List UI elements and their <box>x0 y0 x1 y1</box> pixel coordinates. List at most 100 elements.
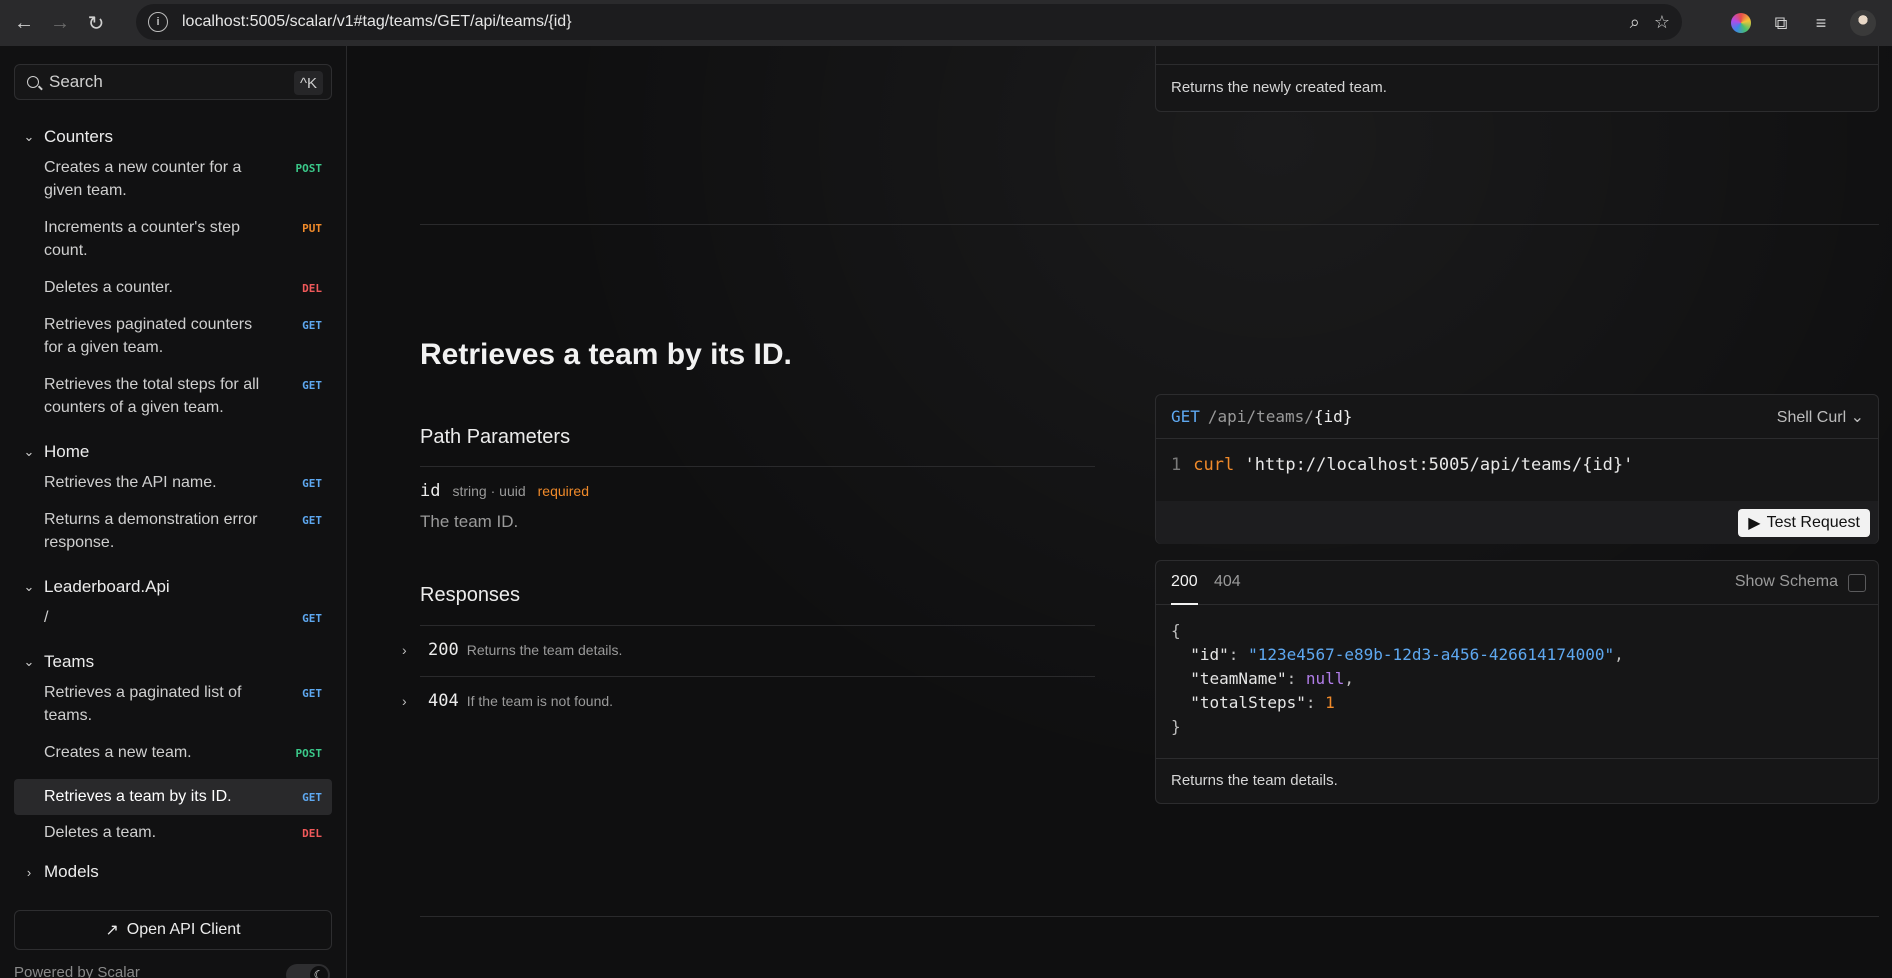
response-code: 200 <box>428 640 459 660</box>
address-bar[interactable]: i localhost:5005/scalar/v1#tag/teams/GET… <box>136 4 1682 40</box>
profile-avatar[interactable] <box>1850 10 1876 36</box>
param-name: id <box>420 481 441 501</box>
play-icon: ▶ <box>1748 515 1761 532</box>
method-badge: POST <box>295 747 323 760</box>
powered-by-link[interactable]: Powered by Scalar <box>14 964 140 978</box>
sidebar-item[interactable]: Retrieves paginated counters for a given… <box>14 313 332 373</box>
param-required: required <box>537 483 590 499</box>
group-title: Models <box>44 862 99 881</box>
arrow-up-right-icon: ↗ <box>105 922 119 939</box>
sidebar-group-counters[interactable]: ⌄ Counters <box>14 118 332 156</box>
chevron-down-icon: ⌄ <box>23 579 35 594</box>
site-info-icon[interactable]: i <box>148 12 168 32</box>
sidebar-item[interactable]: Deletes a team. DEL <box>14 815 332 853</box>
sidebar-item-label: Retrieves a team by its ID. <box>44 788 232 805</box>
sidebar-item[interactable]: Increments a counter's step count. PUT <box>14 216 332 276</box>
json-key: "id" <box>1190 645 1229 664</box>
request-header: GET /api/teams/ {id} <box>1156 395 1878 439</box>
sidebar-item[interactable]: Creates a new counter for a given team. … <box>14 156 332 216</box>
method-badge: PUT <box>302 222 322 235</box>
response-tabs: 200 404 Show Schema <box>1156 561 1878 605</box>
method-badge: GET <box>302 319 322 332</box>
colorful-extension-icon[interactable] <box>1730 12 1752 34</box>
chevron-down-icon: ⌄ <box>23 444 35 459</box>
response-json: { "id": "123e4567-e89b-12d3-a456-4266141… <box>1171 621 1624 736</box>
sidebar-group-models[interactable]: › Models <box>14 853 332 891</box>
sidebar-item[interactable]: Creates a new team. POST <box>14 741 332 779</box>
request-example-card: GET /api/teams/ {id} Shell Curl ⌄ 1 curl … <box>1155 394 1879 544</box>
response-row-404[interactable]: › 404 If the team is not found. <box>402 691 613 711</box>
json-value: "123e4567-e89b-12d3-a456-426614174000" <box>1248 645 1615 664</box>
sidebar-item-label: Creates a new counter for a given team. <box>44 159 242 199</box>
url-text[interactable]: localhost:5005/scalar/v1#tag/teams/GET/a… <box>182 13 572 31</box>
tab-404[interactable]: 404 <box>1214 573 1241 591</box>
sidebar-item[interactable]: / GET <box>14 606 332 643</box>
response-code: 404 <box>428 691 459 711</box>
path-parameters-heading: Path Parameters <box>420 426 571 448</box>
sidebar: Search ^K ⌄ Counters Creates a new count… <box>0 46 347 978</box>
json-brace: { <box>1171 621 1181 640</box>
sidebar-item[interactable]: Retrieves the total steps for all counte… <box>14 373 332 433</box>
chevron-down-icon: ⌄ <box>23 654 35 669</box>
section-divider <box>420 224 1879 225</box>
request-path-var: {id} <box>1313 407 1353 426</box>
sidebar-group-teams[interactable]: ⌄ Teams <box>14 643 332 681</box>
back-arrow-icon[interactable]: ← <box>6 5 42 41</box>
divider <box>1156 758 1878 759</box>
param-type: string · uuid <box>452 483 526 499</box>
extensions-puzzle-icon[interactable]: ⧉ <box>1770 12 1792 34</box>
json-key: "teamName" <box>1190 669 1287 688</box>
search-shortcut: ^K <box>293 71 323 95</box>
language-select[interactable]: Shell Curl ⌄ <box>1777 407 1864 427</box>
divider <box>420 466 1095 467</box>
sidebar-group-leaderboard-api[interactable]: ⌄ Leaderboard.Api <box>14 568 332 606</box>
language-label: Shell Curl <box>1776 409 1847 426</box>
response-row-200[interactable]: › 200 Returns the team details. <box>402 640 622 660</box>
method-badge: GET <box>302 379 322 392</box>
sidebar-item-label: Retrieves paginated counters for a given… <box>44 316 253 356</box>
search-input[interactable]: Search ^K <box>14 64 332 100</box>
moon-icon: ☾ <box>310 966 328 978</box>
sidebar-item-label: Creates a new team. <box>44 744 192 761</box>
group-title: Leaderboard.Api <box>44 577 170 596</box>
chevron-right-icon: › <box>402 642 407 658</box>
method-badge: DEL <box>302 827 322 840</box>
page-title: Retrieves a team by its ID. <box>420 338 792 371</box>
sidebar-item-label: Deletes a team. <box>44 824 157 841</box>
show-schema-checkbox[interactable] <box>1848 574 1866 592</box>
sidebar-item[interactable]: Retrieves the API name. GET <box>14 471 332 508</box>
sidebar-item-label: Retrieves a paginated list of teams. <box>44 684 242 724</box>
forward-arrow-icon[interactable]: → <box>42 5 78 41</box>
request-path: /api/teams/ <box>1207 407 1314 426</box>
sidebar-item[interactable]: Returns a demonstration error response. … <box>14 508 332 568</box>
test-request-button[interactable]: ▶ Test Request <box>1738 509 1870 537</box>
sidebar-item[interactable]: Retrieves a paginated list of teams. GET <box>14 681 332 741</box>
response-description: Returns the team details. <box>1171 772 1338 789</box>
chevron-right-icon: › <box>26 864 32 880</box>
divider <box>420 676 1095 677</box>
previous-response-card: Returns the newly created team. <box>1155 46 1879 112</box>
sidebar-item-active[interactable]: Retrieves a team by its ID. GET <box>14 779 332 815</box>
chevron-down-icon: ⌄ <box>1850 409 1864 426</box>
search-label: Search <box>49 72 103 91</box>
sidebar-item-label: Returns a demonstration error response. <box>44 511 258 551</box>
browser-toolbar: ← → ↻ i localhost:5005/scalar/v1#tag/tea… <box>0 0 1892 46</box>
tab-200[interactable]: 200 <box>1171 573 1198 605</box>
sidebar-group-home[interactable]: ⌄ Home <box>14 433 332 471</box>
reload-icon[interactable]: ↻ <box>78 5 114 41</box>
method-badge: GET <box>302 791 322 804</box>
path-param-row: id string · uuid required <box>420 481 589 501</box>
sidebar-item-label: / <box>44 609 49 626</box>
bookmark-star-icon[interactable]: ☆ <box>1654 12 1670 33</box>
json-value: null <box>1305 669 1345 688</box>
method-badge: POST <box>295 162 323 175</box>
group-title: Home <box>44 442 90 461</box>
reading-list-icon[interactable]: ≡ <box>1810 12 1832 34</box>
dark-mode-toggle[interactable]: ☾ <box>286 964 330 978</box>
method-badge: DEL <box>302 282 322 295</box>
zoom-icon[interactable]: ⌕ <box>1630 12 1640 33</box>
request-footer: ▶ Test Request <box>1156 501 1878 544</box>
open-api-client-button[interactable]: ↗ Open API Client <box>14 910 332 950</box>
sidebar-item[interactable]: Deletes a counter. DEL <box>14 276 332 313</box>
show-schema-label[interactable]: Show Schema <box>1735 573 1838 591</box>
